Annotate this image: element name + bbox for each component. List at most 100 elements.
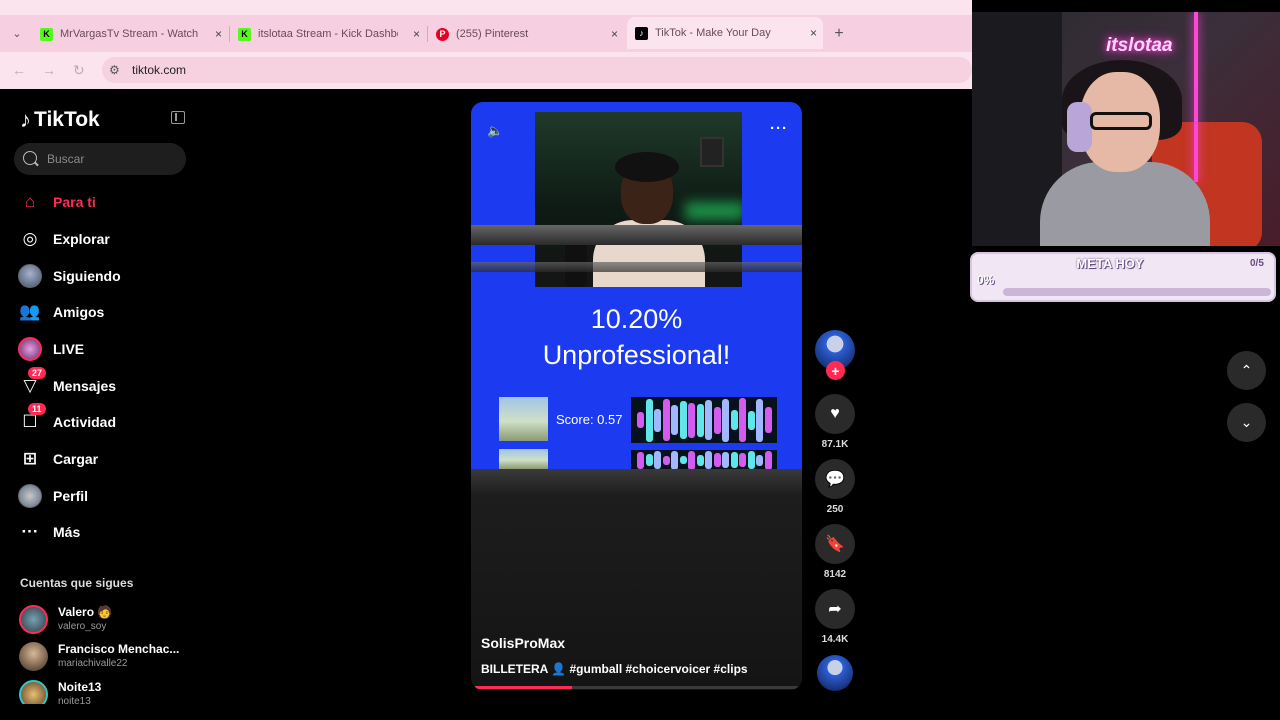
browser-tab[interactable]: K MrVargasTv Stream - Watch Live × [32, 20, 228, 48]
score-label: Score: 0.57 [556, 412, 623, 427]
sidebar-item-amigos[interactable]: 👥 Amigos [18, 297, 104, 327]
account-handle: mariachivalle22 [58, 658, 128, 669]
music-disc-avatar[interactable] [817, 655, 853, 691]
chevron-down-icon: ⌄ [1240, 414, 1253, 430]
waveform-bar [637, 412, 644, 428]
waveform-bar [637, 452, 644, 469]
sidebar-item-live[interactable]: LIVE [18, 334, 84, 364]
comment-button[interactable]: 💬 [815, 459, 855, 499]
share-icon: ➦ [828, 601, 842, 618]
reload-icon[interactable]: ↻ [73, 62, 85, 79]
waveform-bar [662, 399, 670, 441]
video-player[interactable]: 10.20% Unprofessional! Score: 0.57 🔈 ···… [471, 102, 802, 690]
video-author[interactable]: SolisProMax [481, 635, 565, 651]
tiktok-logo[interactable]: ♪ TikTok [20, 107, 100, 133]
waveform-bar [713, 407, 721, 434]
close-tab-icon[interactable]: × [413, 27, 420, 41]
waveform-bar [671, 451, 678, 470]
collapse-sidebar-icon[interactable] [171, 111, 185, 124]
bookmark-icon: 🔖 [825, 536, 845, 553]
sidebar-item-label: Perfil [53, 488, 89, 504]
compass-icon: ◎ [22, 229, 38, 248]
tab-title: (255) Pinterest [456, 28, 529, 40]
address-bar[interactable] [102, 57, 972, 83]
overlay-percent: 10.20% [590, 304, 683, 334]
new-tab-icon[interactable]: + [828, 23, 850, 45]
tab-title: TikTok - Make Your Day [655, 27, 771, 39]
follow-plus-icon[interactable]: + [826, 361, 845, 380]
followed-account[interactable]: Francisco Menchac... mariachivalle22 [19, 642, 189, 674]
previous-video-button[interactable]: ⌃ [1227, 351, 1266, 390]
waveform-bar [705, 400, 712, 440]
clip-thumbnail [499, 397, 548, 441]
creator-webcam-image [535, 112, 742, 287]
close-tab-icon[interactable]: × [611, 27, 618, 41]
goal-percent: 0% [977, 273, 995, 287]
video-progress-fill [475, 686, 572, 689]
video-progress-bar[interactable] [475, 686, 798, 689]
goal-progress-bar [1003, 288, 1271, 296]
sidebar-item-perfil[interactable]: Perfil [18, 481, 88, 511]
sidebar-item-mas[interactable]: ··· Más [18, 517, 81, 547]
messages-badge: 27 [28, 367, 47, 379]
sidebar-item-explorar[interactable]: ◎ Explorar [18, 224, 110, 254]
browser-tab[interactable]: K itslotaa Stream - Kick Dashboard × [230, 20, 426, 48]
more-options-icon[interactable]: ··· [770, 120, 788, 137]
sidebar-item-label: Explorar [53, 231, 110, 247]
following-avatar-icon [18, 264, 42, 288]
waveform-bar [654, 409, 661, 432]
like-button[interactable]: ♥ [815, 394, 855, 434]
back-arrow-icon[interactable]: ← [12, 62, 26, 78]
pinterest-icon: P [436, 27, 449, 41]
profile-avatar-icon [18, 484, 42, 508]
browser-tab[interactable]: P (255) Pinterest × [428, 20, 624, 48]
followed-account[interactable]: Valero 🧑 valero_soy [19, 605, 189, 637]
avatar [19, 680, 48, 704]
waveform-bar [739, 453, 746, 467]
tab-search-dropdown-icon[interactable]: ⌄ [8, 24, 26, 42]
following-section-title: Cuentas que sigues [20, 576, 134, 590]
site-settings-icon[interactable]: ⚙ [109, 63, 120, 77]
activity-icon: ☐ 11 [18, 403, 46, 434]
close-tab-icon[interactable]: × [215, 27, 222, 41]
save-count: 8142 [823, 569, 847, 580]
search-input[interactable] [14, 143, 186, 175]
sidebar-item-actividad[interactable]: ☐ 11 Actividad [18, 403, 116, 437]
close-tab-icon[interactable]: × [810, 26, 817, 40]
sidebar-item-label: Para ti [53, 194, 96, 210]
audio-waveform [631, 397, 777, 443]
sidebar-item-para-ti[interactable]: ⌂ Para ti [18, 187, 96, 217]
waveform-bar [688, 403, 695, 438]
sidebar-item-mensajes[interactable]: ▽ 27 Mensajes [18, 367, 116, 401]
heart-icon: ♥ [830, 405, 840, 422]
tab-title: MrVargasTv Stream - Watch Live [60, 28, 200, 40]
goal-title: META HOY [1076, 256, 1144, 271]
waveform-bar [747, 451, 755, 469]
sidebar-item-cargar[interactable]: ⊞ Cargar [18, 444, 98, 474]
kick-icon: K [40, 27, 53, 41]
followed-account[interactable]: Noite13 noite13 [19, 680, 189, 704]
forward-arrow-icon[interactable]: → [42, 62, 56, 78]
url-text[interactable]: tiktok.com [132, 63, 186, 77]
audio-waveform [631, 450, 777, 470]
waveform-bar [679, 456, 687, 464]
account-name: Francisco Menchac... [58, 642, 180, 656]
friends-icon: 👥 [19, 302, 41, 321]
waveform-bar [654, 451, 661, 469]
share-button[interactable]: ➦ [815, 589, 855, 629]
goal-count: 0/5 [1250, 258, 1264, 269]
waveform-bar [747, 411, 755, 430]
save-button[interactable]: 🔖 [815, 524, 855, 564]
video-caption[interactable]: BILLETERA 👤 #gumball #choicervoicer #cli… [481, 662, 748, 676]
waveform-bar [688, 451, 695, 470]
waveform-bar [764, 451, 772, 470]
volume-icon[interactable]: 🔈 [487, 123, 503, 139]
video-frame-top: 10.20% Unprofessional! Score: 0.57 [471, 102, 802, 470]
waveform-bar [722, 452, 729, 468]
sidebar-item-siguiendo[interactable]: Siguiendo [18, 261, 121, 291]
browser-tab-active[interactable]: ♪ TikTok - Make Your Day × [627, 17, 823, 49]
next-video-button[interactable]: ⌄ [1227, 403, 1266, 442]
kick-icon: K [238, 27, 251, 41]
sidebar-item-label: Cargar [53, 451, 99, 467]
sidebar-item-label: LIVE [53, 341, 85, 357]
